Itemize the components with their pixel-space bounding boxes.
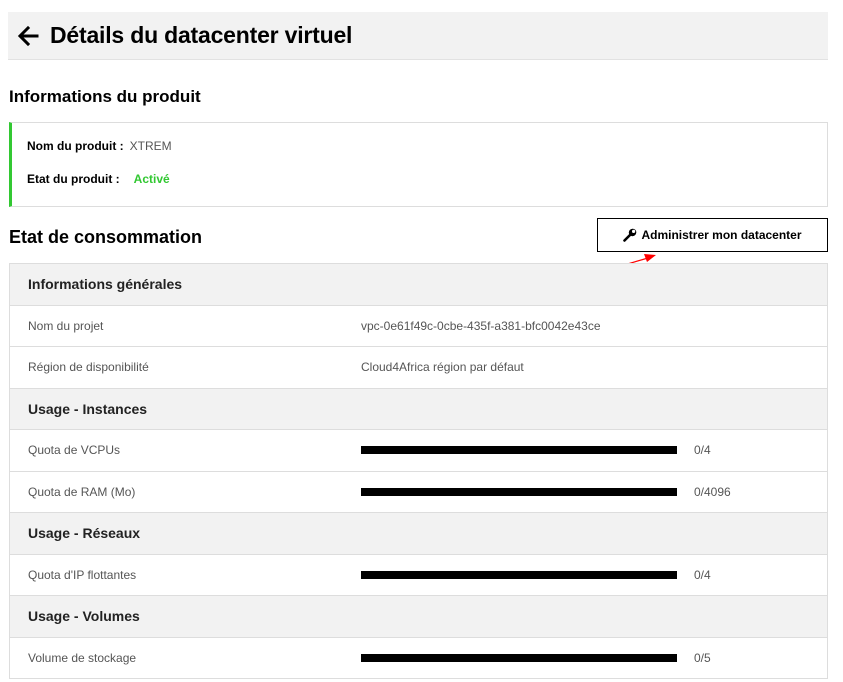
wrench-icon: [623, 228, 637, 242]
consumption-table: Informations générales Nom du projet vpc…: [9, 263, 828, 679]
group-title-general: Informations générales: [28, 276, 183, 293]
consumption-section-title: Etat de consommation: [9, 227, 203, 247]
vcpu-quota-text: 0/4: [694, 443, 711, 458]
page-title: Détails du datacenter virtuel: [50, 22, 353, 48]
product-name-label: Nom du produit :: [27, 139, 124, 153]
storage-quota-bar: [361, 653, 677, 662]
row-value-project-name: vpc-0e61f49c-0cbe-435f-a381-bfc0042e43ce: [361, 318, 601, 333]
floating-ip-quota-text: 0/4: [694, 567, 711, 582]
product-state-line: Etat du produit : Activé: [27, 169, 170, 186]
ram-quota-bar: [361, 487, 677, 496]
table-row: Nom du projet vpc-0e61f49c-0cbe-435f-a38…: [10, 306, 827, 347]
floating-ip-quota-bar: [361, 570, 677, 579]
table-group-header: Usage - Réseaux: [10, 513, 827, 555]
arrow-left-icon[interactable]: [16, 24, 40, 48]
table-group-header: Usage - Volumes: [10, 596, 827, 638]
row-label-ram-quota: Quota de RAM (Mo): [28, 484, 136, 499]
row-label-floating-ip-quota: Quota d'IP flottantes: [28, 567, 137, 582]
product-info-box: Nom du produit : XTREM Etat du produit :…: [9, 122, 828, 207]
admin-button-label: Administrer mon datacenter: [641, 228, 802, 242]
table-group-header: Informations générales: [10, 264, 827, 306]
row-label-region: Région de disponibilité: [28, 360, 149, 375]
table-row: Quota de RAM (Mo) 0/4096: [10, 472, 827, 513]
ram-quota-text: 0/4096: [694, 484, 731, 499]
row-label-storage-volume: Volume de stockage: [28, 650, 137, 665]
status-badge: Activé: [133, 172, 170, 186]
product-state-label: Etat du produit :: [27, 172, 120, 186]
product-section-title: Informations du produit: [9, 87, 201, 106]
row-label-project-name: Nom du projet: [28, 318, 104, 333]
storage-quota-text: 0/5: [694, 650, 711, 665]
row-label-vcpu-quota: Quota de VCPUs: [28, 443, 121, 458]
page-header: Détails du datacenter virtuel: [8, 12, 828, 60]
table-row: Volume de stockage 0/5: [10, 638, 827, 679]
table-row: Quota d'IP flottantes 0/4: [10, 555, 827, 596]
table-row: Quota de VCPUs 0/4: [10, 430, 827, 472]
group-title-instances: Usage - Instances: [28, 400, 148, 417]
table-group-header: Usage - Instances: [10, 388, 827, 430]
admin-datacenter-button[interactable]: Administrer mon datacenter: [597, 218, 828, 252]
table-row: Région de disponibilité Cloud4Africa rég…: [10, 347, 827, 389]
vcpu-quota-bar: [361, 446, 677, 455]
product-name-line: Nom du produit : XTREM: [27, 139, 172, 153]
row-value-region: Cloud4Africa région par défaut: [361, 360, 524, 375]
group-title-networks: Usage - Réseaux: [28, 525, 141, 542]
group-title-volumes: Usage - Volumes: [28, 608, 140, 625]
product-name-value: XTREM: [129, 139, 172, 153]
